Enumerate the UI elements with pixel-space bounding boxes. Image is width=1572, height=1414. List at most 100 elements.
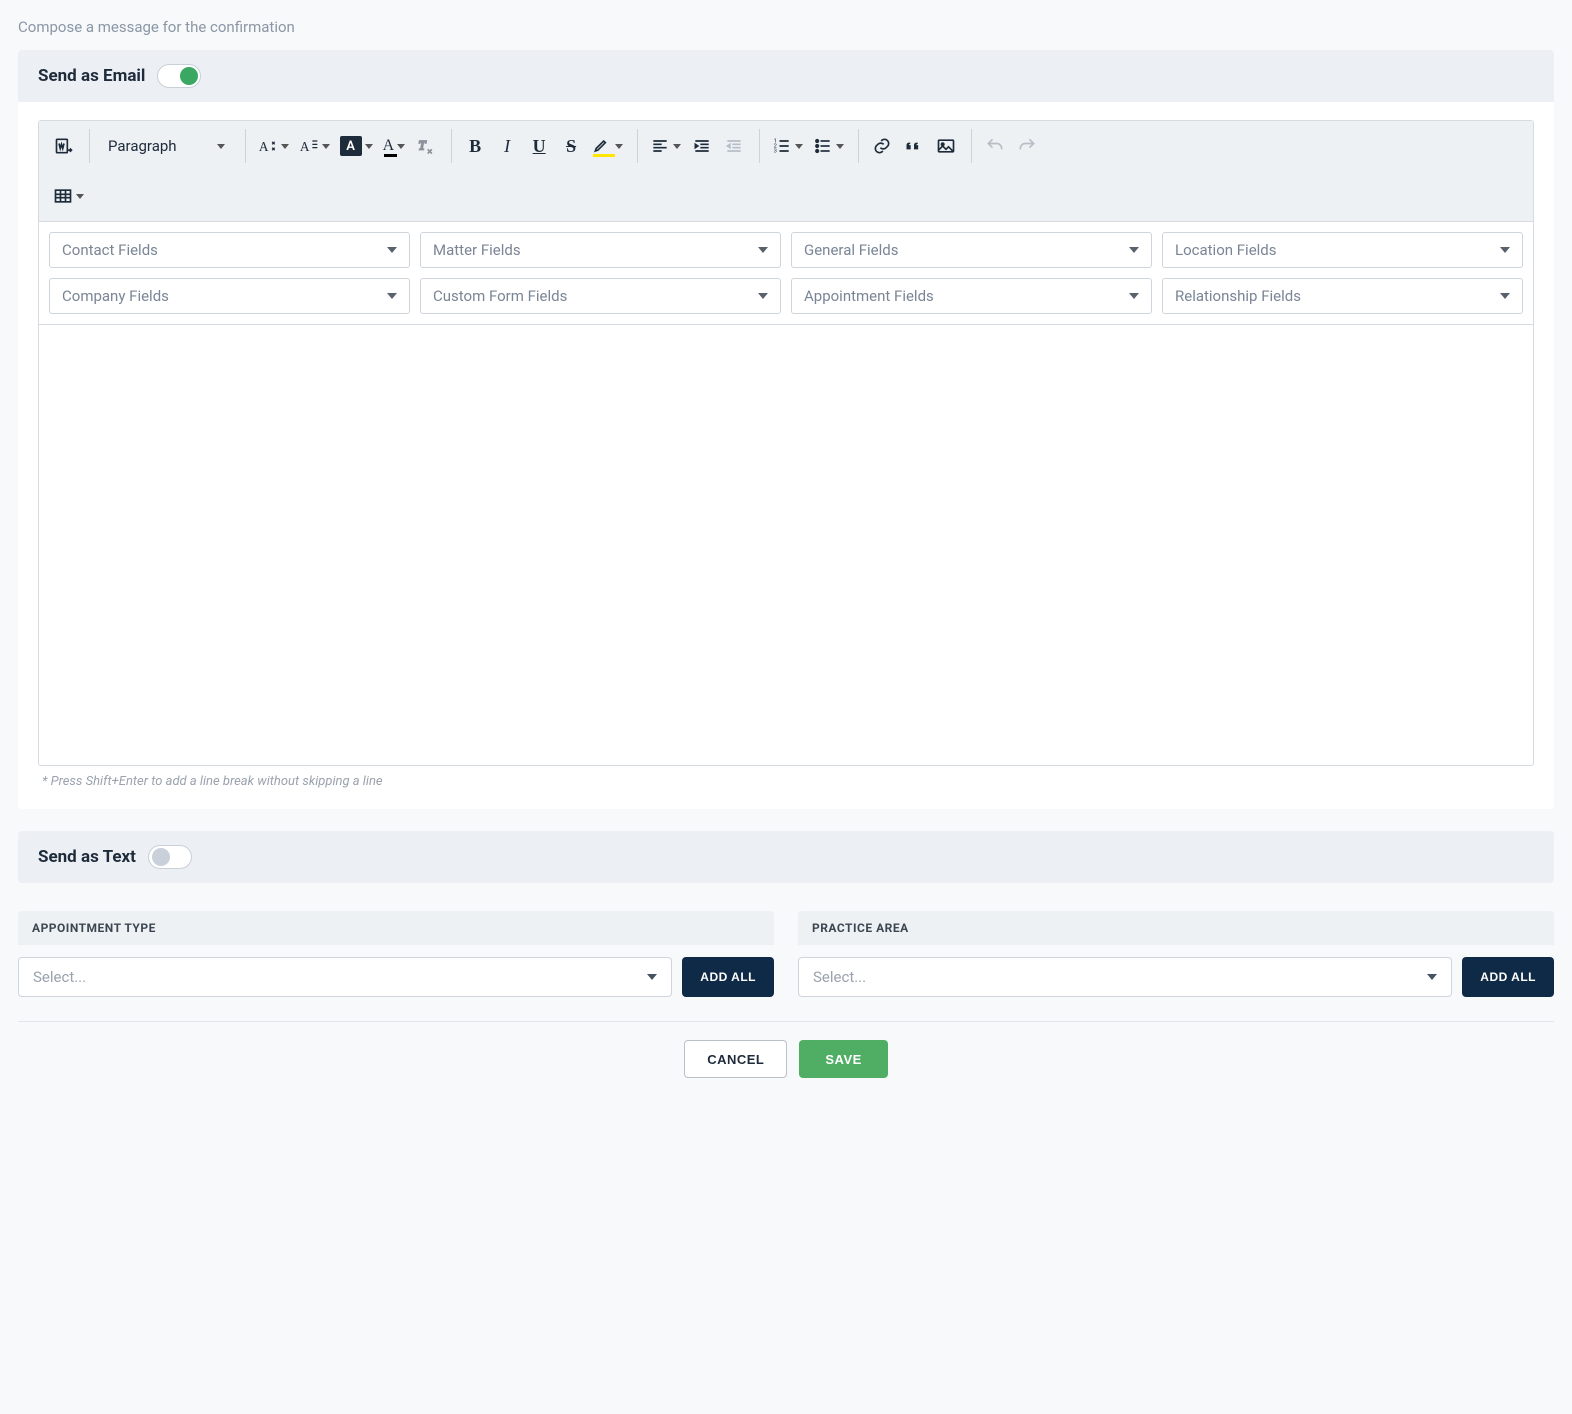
toggle-knob xyxy=(152,848,170,866)
contact-fields-dropdown[interactable]: Contact Fields xyxy=(49,232,410,268)
dropdown-label: Custom Form Fields xyxy=(433,287,567,305)
footer-actions: CANCEL SAVE xyxy=(18,1040,1554,1088)
custom-form-fields-dropdown[interactable]: Custom Form Fields xyxy=(420,278,781,314)
appointment-type-header: APPOINTMENT TYPE xyxy=(18,911,774,945)
dropdown-label: Appointment Fields xyxy=(804,287,934,305)
relationship-fields-dropdown[interactable]: Relationship Fields xyxy=(1162,278,1523,314)
line-height-button[interactable]: A xyxy=(295,131,334,161)
chevron-down-icon xyxy=(1129,293,1139,299)
appointment-type-select[interactable]: Select... xyxy=(18,957,672,997)
font-size-button[interactable]: A xyxy=(254,131,293,161)
chevron-down-icon xyxy=(673,144,681,149)
chevron-down-icon xyxy=(1500,293,1510,299)
editor-panel: Paragraph A xyxy=(38,120,1534,766)
chevron-down-icon xyxy=(281,144,289,149)
underline-icon: U xyxy=(533,136,546,157)
send-as-text-header: Send as Text xyxy=(18,831,1554,883)
text-color-icon xyxy=(384,154,398,157)
insert-table-button[interactable] xyxy=(49,181,88,211)
chevron-down-icon xyxy=(365,144,373,149)
highlight-icon xyxy=(592,136,612,156)
chevron-down-icon xyxy=(387,247,397,253)
merge-fields-grid: Contact Fields Matter Fields General Fie… xyxy=(39,222,1533,325)
underline-button[interactable]: U xyxy=(524,131,554,161)
location-fields-dropdown[interactable]: Location Fields xyxy=(1162,232,1523,268)
toggle-knob xyxy=(180,67,198,85)
bold-icon: B xyxy=(469,136,481,157)
strikethrough-icon: S xyxy=(566,136,576,157)
send-as-email-toggle[interactable] xyxy=(157,64,201,88)
send-as-email-header: Send as Email xyxy=(18,50,1554,102)
practice-area-header: PRACTICE AREA xyxy=(798,911,1554,945)
chevron-down-icon xyxy=(387,293,397,299)
chevron-down-icon xyxy=(615,144,623,149)
indent-increase-button[interactable] xyxy=(687,131,717,161)
italic-button[interactable]: I xyxy=(492,131,522,161)
practice-area-add-all-button[interactable]: ADD ALL xyxy=(1462,957,1554,997)
insert-link-button[interactable] xyxy=(867,131,897,161)
general-fields-dropdown[interactable]: General Fields xyxy=(791,232,1152,268)
clear-formatting-button[interactable]: T xyxy=(411,131,441,161)
indent-decrease-button[interactable] xyxy=(719,131,749,161)
chevron-down-icon xyxy=(1500,247,1510,253)
blockquote-button[interactable] xyxy=(899,131,929,161)
unordered-list-button[interactable] xyxy=(809,131,848,161)
send-as-email-card: Send as Email xyxy=(18,50,1554,809)
undo-icon xyxy=(985,136,1005,156)
indent-decrease-icon xyxy=(724,136,744,156)
strikethrough-button[interactable]: S xyxy=(556,131,586,161)
cancel-button[interactable]: CANCEL xyxy=(684,1040,787,1078)
dropdown-label: General Fields xyxy=(804,241,898,259)
practice-area-select[interactable]: Select... xyxy=(798,957,1452,997)
italic-icon: I xyxy=(504,136,510,157)
select-placeholder: Select... xyxy=(813,968,866,986)
divider xyxy=(18,1021,1554,1022)
svg-text:T: T xyxy=(419,138,427,152)
appointment-type-add-all-button[interactable]: ADD ALL xyxy=(682,957,774,997)
dropdown-label: Location Fields xyxy=(1175,241,1277,259)
chevron-down-icon xyxy=(217,144,225,149)
word-import-icon xyxy=(54,136,74,156)
editor-toolbar: Paragraph A xyxy=(39,121,1533,222)
save-button[interactable]: SAVE xyxy=(799,1040,887,1078)
page-subtitle: Compose a message for the confirmation xyxy=(18,18,1554,36)
chevron-down-icon xyxy=(647,974,657,980)
send-as-text-title: Send as Text xyxy=(38,847,136,867)
dropdown-label: Relationship Fields xyxy=(1175,287,1301,305)
chevron-down-icon xyxy=(1129,247,1139,253)
bold-button[interactable]: B xyxy=(460,131,490,161)
redo-icon xyxy=(1017,136,1037,156)
chevron-down-icon xyxy=(76,194,84,199)
company-fields-dropdown[interactable]: Company Fields xyxy=(49,278,410,314)
paragraph-style-label: Paragraph xyxy=(108,137,177,155)
image-icon xyxy=(936,136,956,156)
message-editor[interactable] xyxy=(39,325,1533,765)
clear-formatting-icon: T xyxy=(416,136,436,156)
font-size-icon: A xyxy=(258,136,278,156)
dropdown-label: Matter Fields xyxy=(433,241,521,259)
ordered-list-button[interactable]: 1 2 3 xyxy=(768,131,807,161)
chevron-down-icon xyxy=(1427,974,1437,980)
import-word-button[interactable] xyxy=(49,131,79,161)
chevron-down-icon xyxy=(322,144,330,149)
table-icon xyxy=(53,186,73,206)
appointment-fields-dropdown[interactable]: Appointment Fields xyxy=(791,278,1152,314)
redo-button[interactable] xyxy=(1012,131,1042,161)
chevron-down-icon xyxy=(397,144,405,149)
align-button[interactable] xyxy=(646,131,685,161)
background-color-button[interactable]: A xyxy=(336,131,377,161)
text-color-button[interactable]: A xyxy=(379,131,410,161)
insert-image-button[interactable] xyxy=(931,131,961,161)
link-icon xyxy=(872,136,892,156)
appointment-type-column: APPOINTMENT TYPE Select... ADD ALL xyxy=(18,911,774,997)
dropdown-label: Company Fields xyxy=(62,287,169,305)
paragraph-style-select[interactable]: Paragraph xyxy=(98,131,235,161)
svg-text:3: 3 xyxy=(774,149,777,155)
unordered-list-icon xyxy=(813,136,833,156)
editor-wrap: Paragraph A xyxy=(18,102,1554,809)
matter-fields-dropdown[interactable]: Matter Fields xyxy=(420,232,781,268)
editor-hint: * Press Shift+Enter to add a line break … xyxy=(38,774,1534,789)
undo-button[interactable] xyxy=(980,131,1010,161)
send-as-text-toggle[interactable] xyxy=(148,845,192,869)
highlight-button[interactable] xyxy=(588,131,627,161)
